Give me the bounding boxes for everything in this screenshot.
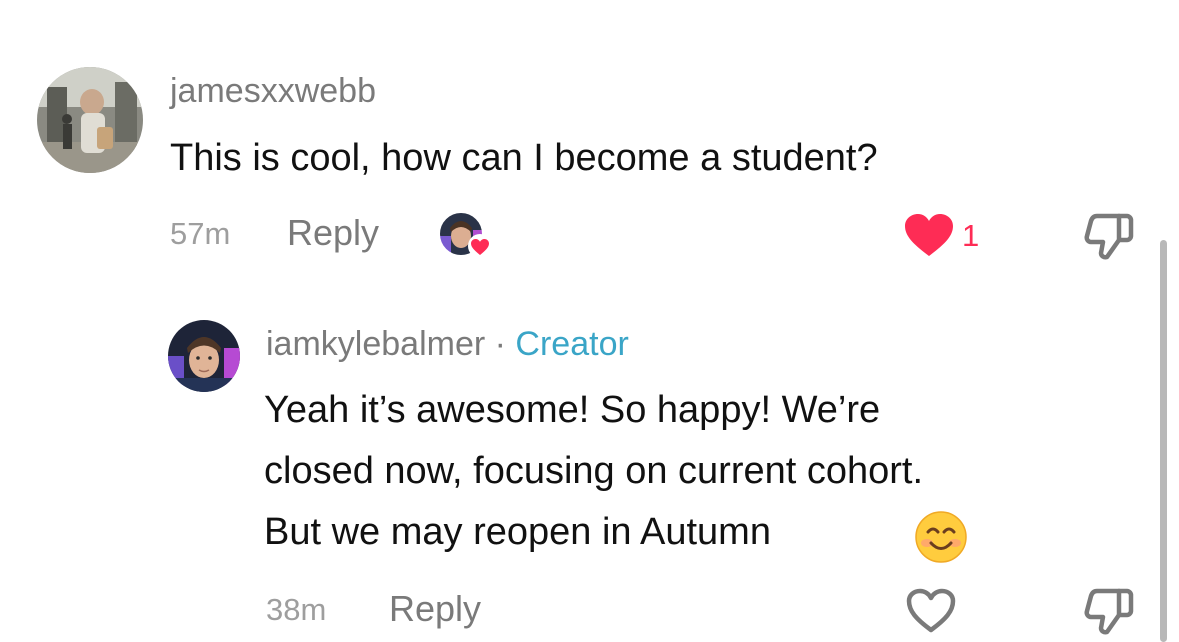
creator-username[interactable]: iamkylebalmer: [266, 325, 485, 363]
user-photo-avatar-icon: [37, 67, 143, 173]
reply-text-line-3-text: But we may reopen in Autumn: [264, 511, 771, 553]
commenter-avatar[interactable]: [37, 67, 143, 173]
heart-outline-icon[interactable]: [905, 587, 957, 633]
comment-text: This is cool, how can I become a student…: [170, 137, 878, 179]
reply-text-line-2: closed now, focusing on current cohort.: [264, 450, 924, 492]
reply-to-reply-button[interactable]: Reply: [389, 588, 481, 630]
like-count: 1: [962, 218, 980, 253]
reply-timestamp: 38m: [266, 592, 327, 627]
creator-liked-badge-icon: [437, 210, 495, 262]
creator-avatar[interactable]: [168, 320, 240, 392]
comment-timestamp: 57m: [170, 216, 231, 251]
username-separator: ·: [494, 325, 506, 363]
creator-username-line: iamkylebalmer · Creator: [266, 325, 629, 364]
creator-badge: Creator: [515, 325, 629, 363]
creator-photo-avatar-icon: [168, 320, 240, 392]
reply-text-line-1: Yeah it’s awesome! So happy! We’re: [264, 389, 881, 431]
reply-button[interactable]: Reply: [287, 212, 379, 254]
heart-filled-icon[interactable]: [903, 212, 955, 258]
thumbs-down-icon[interactable]: [1083, 585, 1135, 637]
reply-text-line-3: But we may reopen in Autumn: [264, 502, 771, 563]
commenter-username[interactable]: jamesxxwebb: [170, 72, 376, 111]
smiling-face-emoji-icon: [914, 510, 968, 564]
scrollbar[interactable]: [1160, 240, 1167, 642]
thumbs-down-icon[interactable]: [1083, 210, 1135, 262]
